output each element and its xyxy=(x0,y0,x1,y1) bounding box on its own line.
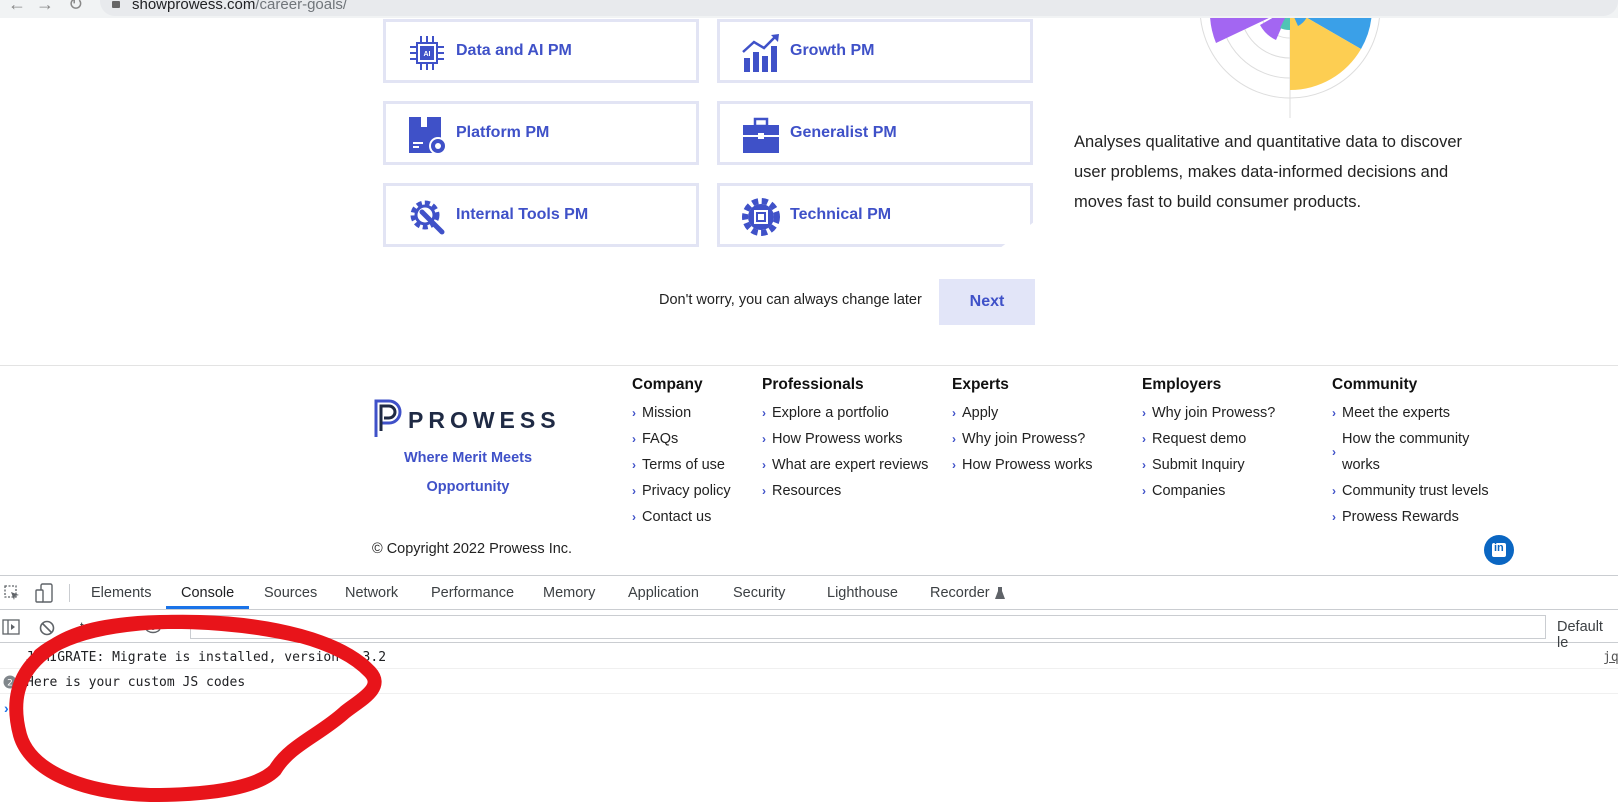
console-log-row: JQMIGRATE: Migrate is installed, version… xyxy=(0,644,1618,669)
tab-memory[interactable]: Memory xyxy=(543,585,595,601)
tab-sources[interactable]: Sources xyxy=(264,585,317,601)
footer-link[interactable]: › Contact us xyxy=(632,504,731,530)
role-label: Generalist PM xyxy=(790,124,897,141)
logo-wordmark: PROWESS xyxy=(408,407,561,433)
back-icon[interactable]: ← xyxy=(8,0,26,15)
footer-link[interactable]: › How Prowess works xyxy=(762,426,928,452)
footer-col-professionals: Professionals › Explore a portfolio › How … xyxy=(762,376,928,504)
role-label: Platform PM xyxy=(456,124,550,141)
footer-col-community: Community › Meet the experts › How the com… xyxy=(1332,376,1512,530)
footer-col-employers: Employers › Why join Prowess? › Request de… xyxy=(1142,376,1275,504)
svg-text:AI: AI xyxy=(424,51,431,58)
forward-icon[interactable]: → xyxy=(36,0,54,15)
growth-chart-icon xyxy=(742,34,779,72)
footer-link[interactable]: › Why join Prowess? xyxy=(1142,400,1275,426)
console-filter-input[interactable] xyxy=(190,615,1546,639)
footer-link[interactable]: › Prowess Rewards xyxy=(1332,504,1512,530)
footer-link[interactable]: › Terms of use xyxy=(632,452,731,478)
active-tab-indicator xyxy=(166,606,249,609)
footer-link[interactable]: › How the community works xyxy=(1332,426,1482,478)
footer-link[interactable]: › Resources xyxy=(762,478,928,504)
tab-performance[interactable]: Performance xyxy=(431,585,514,601)
tab-separator xyxy=(69,584,70,602)
footer-link[interactable]: › How Prowess works xyxy=(952,452,1093,478)
footer-link[interactable]: › Explore a portfolio xyxy=(762,400,928,426)
devtools-tabbar: Elements Console Sources Network Perform… xyxy=(0,576,1618,610)
log-source-link[interactable]: jq xyxy=(1603,650,1618,665)
footer-divider xyxy=(0,365,1618,366)
url-text: showprowess.com/career-goals/ xyxy=(132,0,348,13)
footer-heading: Company xyxy=(632,376,703,393)
footer-link[interactable]: › Request demo xyxy=(1142,426,1275,452)
linkedin-button[interactable] xyxy=(1484,535,1514,565)
chevron-down-icon: ▼ xyxy=(110,620,119,630)
role-card-generalist[interactable]: Generalist PM xyxy=(717,101,1033,165)
flask-icon xyxy=(995,587,1005,599)
role-skill-chart xyxy=(1200,18,1380,118)
copyright: © Copyright 2022 Prowess Inc. xyxy=(372,541,573,557)
footer-heading: Community xyxy=(1332,376,1418,393)
svg-text:2: 2 xyxy=(7,679,13,689)
role-label: Technical PM xyxy=(790,206,892,223)
sidebar-toggle-icon[interactable] xyxy=(2,619,20,635)
wrench-gear-icon xyxy=(410,200,445,235)
footer-link[interactable]: › Why join Prowess? xyxy=(952,426,1093,452)
tab-console[interactable]: Console xyxy=(181,585,234,601)
reload-icon[interactable]: ↻ xyxy=(68,0,83,15)
log-group-icon: 2 xyxy=(3,675,17,689)
footer-link[interactable]: › Meet the experts xyxy=(1332,400,1512,426)
footer-link[interactable]: › What are expert reviews xyxy=(762,452,928,478)
role-card-technical[interactable]: Technical PM xyxy=(717,183,1033,247)
footer-link[interactable]: › Mission xyxy=(632,400,731,426)
clear-console-icon[interactable] xyxy=(39,620,55,636)
footer-link[interactable]: › Companies xyxy=(1142,478,1275,504)
console-log-row: 2 Here is your custom JS codes xyxy=(0,669,1618,694)
tab-recorder[interactable]: Recorder xyxy=(930,585,990,601)
devtools-panel: Elements Console Sources Network Perform… xyxy=(0,575,1618,810)
footer-col-experts: Experts › Apply › Why join Prowess? › How P… xyxy=(952,376,1093,478)
change-later-hint: Don't worry, you can always change later xyxy=(659,292,922,308)
browser-toolbar: ← → ↻ showprowess.com/career-goals/ xyxy=(0,0,1618,18)
footer-heading: Experts xyxy=(952,376,1009,393)
platform-gear-icon xyxy=(409,117,447,155)
context-selector[interactable]: top xyxy=(80,619,98,634)
tab-elements[interactable]: Elements xyxy=(91,585,151,601)
console-prompt-icon[interactable]: › xyxy=(4,700,9,716)
live-expression-eye-icon[interactable] xyxy=(145,620,161,636)
device-toolbar-icon[interactable] xyxy=(35,583,53,603)
role-label: Internal Tools PM xyxy=(456,206,589,223)
prowess-logo[interactable]: PROWESS xyxy=(372,397,556,444)
footer-link[interactable]: › FAQs xyxy=(632,426,731,452)
footer-col-company: Company › Mission › FAQs › Terms of use › Pr… xyxy=(632,376,731,530)
lock-icon xyxy=(112,1,120,8)
tab-network[interactable]: Network xyxy=(345,585,398,601)
address-bar[interactable]: showprowess.com/career-goals/ xyxy=(100,0,1618,16)
role-card-data-ai[interactable]: AI Data and AI PM xyxy=(383,19,699,83)
role-label: Data and AI PM xyxy=(456,42,572,59)
footer-heading: Professionals xyxy=(762,376,864,393)
footer-link[interactable]: › Privacy policy xyxy=(632,478,731,504)
cpu-gear-icon xyxy=(742,198,780,236)
console-toolbar: top ▼ Default le xyxy=(0,611,1618,651)
tab-application[interactable]: Application xyxy=(628,585,699,601)
inspect-element-icon[interactable] xyxy=(4,585,20,601)
chip-icon: AI xyxy=(410,36,444,70)
prowess-p-icon xyxy=(374,399,402,437)
next-button[interactable]: Next xyxy=(939,279,1035,325)
footer-link[interactable]: › Submit Inquiry xyxy=(1142,452,1275,478)
footer-tagline: Where Merit Meets Opportunity xyxy=(403,450,533,495)
tab-security[interactable]: Security xyxy=(733,585,785,601)
briefcase-icon xyxy=(743,117,779,153)
linkedin-icon xyxy=(1492,542,1506,557)
role-description: Analyses qualitative and quantitative da… xyxy=(1074,133,1462,211)
role-card-internal-tools[interactable]: Internal Tools PM xyxy=(383,183,699,247)
role-label: Growth PM xyxy=(790,42,875,59)
role-card-growth[interactable]: Growth PM xyxy=(717,19,1033,83)
footer-link[interactable]: › Apply xyxy=(952,400,1093,426)
tab-lighthouse[interactable]: Lighthouse xyxy=(827,585,898,601)
role-card-platform[interactable]: Platform PM xyxy=(383,101,699,165)
footer-heading: Employers xyxy=(1142,376,1222,393)
footer-link[interactable]: › Community trust levels xyxy=(1332,478,1512,504)
